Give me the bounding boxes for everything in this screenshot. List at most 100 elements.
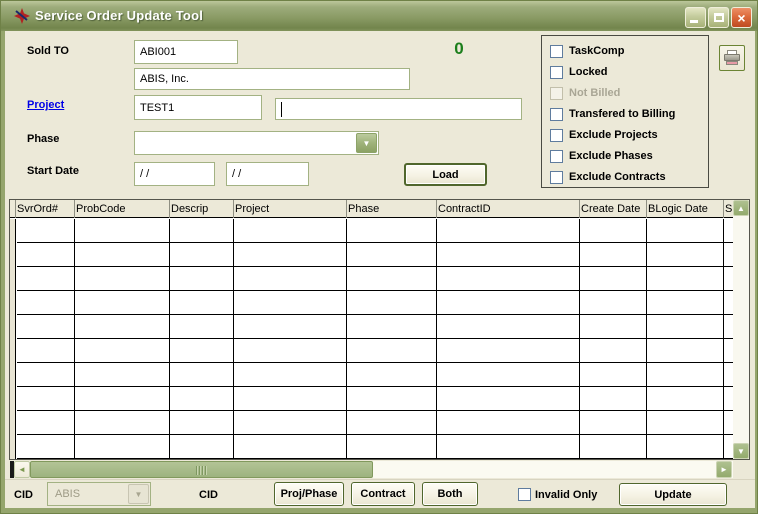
checkbox-locked[interactable]: Locked — [550, 65, 608, 79]
table-row[interactable] — [17, 219, 733, 243]
scroll-left-button[interactable]: ◄ — [14, 461, 30, 478]
scrollbar-thumb[interactable] — [30, 461, 373, 478]
header-separator — [723, 200, 724, 218]
start-date-to-input[interactable]: / / — [226, 162, 309, 186]
checkbox-icon[interactable] — [550, 150, 563, 163]
column-header-createdate[interactable]: Create Date — [581, 203, 640, 215]
grid-column-line — [436, 219, 437, 459]
checkbox-not-billed: Not Billed — [550, 86, 620, 100]
chevron-down-icon[interactable]: ▼ — [356, 133, 377, 153]
maximize-button[interactable] — [708, 7, 729, 28]
arrow-down-icon: ▼ — [737, 447, 745, 456]
scroll-right-button[interactable]: ► — [716, 461, 732, 478]
header-separator — [15, 200, 16, 218]
project-code-input[interactable]: TEST1 — [134, 95, 262, 120]
checkbox-exclude-projects[interactable]: Exclude Projects — [550, 128, 658, 142]
arrow-left-icon: ◄ — [18, 465, 26, 474]
header-separator — [233, 200, 234, 218]
grid-column-line — [74, 219, 75, 459]
checkbox-icon[interactable] — [550, 66, 563, 79]
project-name-input[interactable] — [275, 98, 522, 120]
load-button[interactable]: Load — [404, 163, 487, 186]
column-header-descrip[interactable]: Descrip — [171, 203, 208, 215]
grid-column-line — [723, 219, 724, 459]
checkbox-icon[interactable] — [550, 171, 563, 184]
close-icon: × — [737, 10, 745, 26]
column-header-contractid[interactable]: ContractID — [438, 203, 491, 215]
column-header-project[interactable]: Project — [235, 203, 269, 215]
window-title: Service Order Update Tool — [35, 8, 203, 23]
app-window: Service Order Update Tool × Sold TO Proj… — [0, 0, 758, 514]
table-row[interactable] — [17, 315, 733, 339]
column-header-probcode[interactable]: ProbCode — [76, 203, 126, 215]
checkbox-taskcomp[interactable]: TaskComp — [550, 44, 624, 58]
chevron-down-icon: ▼ — [128, 484, 149, 504]
header-separator — [346, 200, 347, 218]
header-separator — [74, 200, 75, 218]
invalid-only-label: Invalid Only — [535, 489, 597, 501]
sold-to-label: Sold TO — [27, 45, 69, 57]
grid-column-line — [233, 219, 234, 459]
table-row[interactable] — [17, 243, 733, 267]
invalid-only-checkbox[interactable] — [518, 488, 531, 501]
column-header-svrord[interactable]: SvrOrd# — [17, 203, 58, 215]
header-separator — [646, 200, 647, 218]
start-date-from-input[interactable]: / / — [134, 162, 215, 186]
cid-label: CID — [14, 489, 33, 501]
table-row[interactable] — [17, 291, 733, 315]
table-row[interactable] — [17, 267, 733, 291]
print-button[interactable] — [719, 45, 745, 71]
column-header-s[interactable]: S — [725, 203, 732, 215]
header-separator — [436, 200, 437, 218]
update-button[interactable]: Update — [619, 483, 727, 506]
phase-label: Phase — [27, 133, 59, 145]
row-selector-column — [10, 219, 16, 459]
project-link[interactable]: Project — [27, 99, 64, 111]
sold-to-name-input[interactable]: ABIS, Inc. — [134, 68, 410, 90]
scroll-down-button[interactable]: ▼ — [733, 443, 749, 459]
table-row[interactable] — [17, 435, 733, 459]
checkbox-exclude-phases[interactable]: Exclude Phases — [550, 149, 653, 163]
sold-to-code-input[interactable]: ABI001 — [134, 40, 238, 64]
header-separator — [169, 200, 170, 218]
proj-phase-button[interactable]: Proj/Phase — [274, 482, 344, 506]
text-caret — [281, 102, 282, 117]
grid-body[interactable] — [17, 219, 733, 459]
record-count: 0 — [444, 39, 474, 59]
footer-divider — [5, 479, 755, 480]
checkbox-icon — [550, 87, 563, 100]
thumb-grip-icon — [196, 466, 208, 475]
table-row[interactable] — [17, 387, 733, 411]
column-header-phase[interactable]: Phase — [348, 203, 379, 215]
checkbox-icon[interactable] — [550, 129, 563, 142]
column-header-blogicdate[interactable]: BLogic Date — [648, 203, 708, 215]
grid-column-line — [346, 219, 347, 459]
checkbox-icon[interactable] — [550, 108, 563, 121]
arrow-up-icon: ▲ — [737, 204, 745, 213]
arrow-right-icon: ► — [720, 465, 728, 474]
header-separator — [579, 200, 580, 218]
close-button[interactable]: × — [731, 7, 752, 28]
vertical-scrollbar[interactable] — [733, 200, 749, 459]
checkbox-icon[interactable] — [550, 45, 563, 58]
table-row[interactable] — [17, 339, 733, 363]
table-row[interactable] — [17, 411, 733, 435]
checkbox-transfered-to-billing[interactable]: Transfered to Billing — [550, 107, 675, 121]
contract-button[interactable]: Contract — [351, 482, 415, 506]
both-button[interactable]: Both — [422, 482, 478, 506]
cid-value: ABIS — [55, 488, 80, 500]
scroll-up-button[interactable]: ▲ — [733, 200, 749, 216]
app-icon — [14, 8, 30, 24]
table-row[interactable] — [17, 363, 733, 387]
grid-column-line — [646, 219, 647, 459]
maximize-icon — [714, 13, 724, 22]
grid-column-line — [579, 219, 580, 459]
cid-combobox: ABIS ▼ — [47, 482, 151, 506]
minimize-button[interactable] — [685, 7, 706, 28]
phase-combobox[interactable]: ▼ — [134, 131, 379, 155]
checkbox-exclude-contracts[interactable]: Exclude Contracts — [550, 170, 666, 184]
filter-group: TaskComp Locked Not Billed Transfered to… — [541, 35, 709, 188]
grid-column-line — [169, 219, 170, 459]
cid-label-2: CID — [199, 489, 218, 501]
printer-icon — [724, 50, 740, 66]
